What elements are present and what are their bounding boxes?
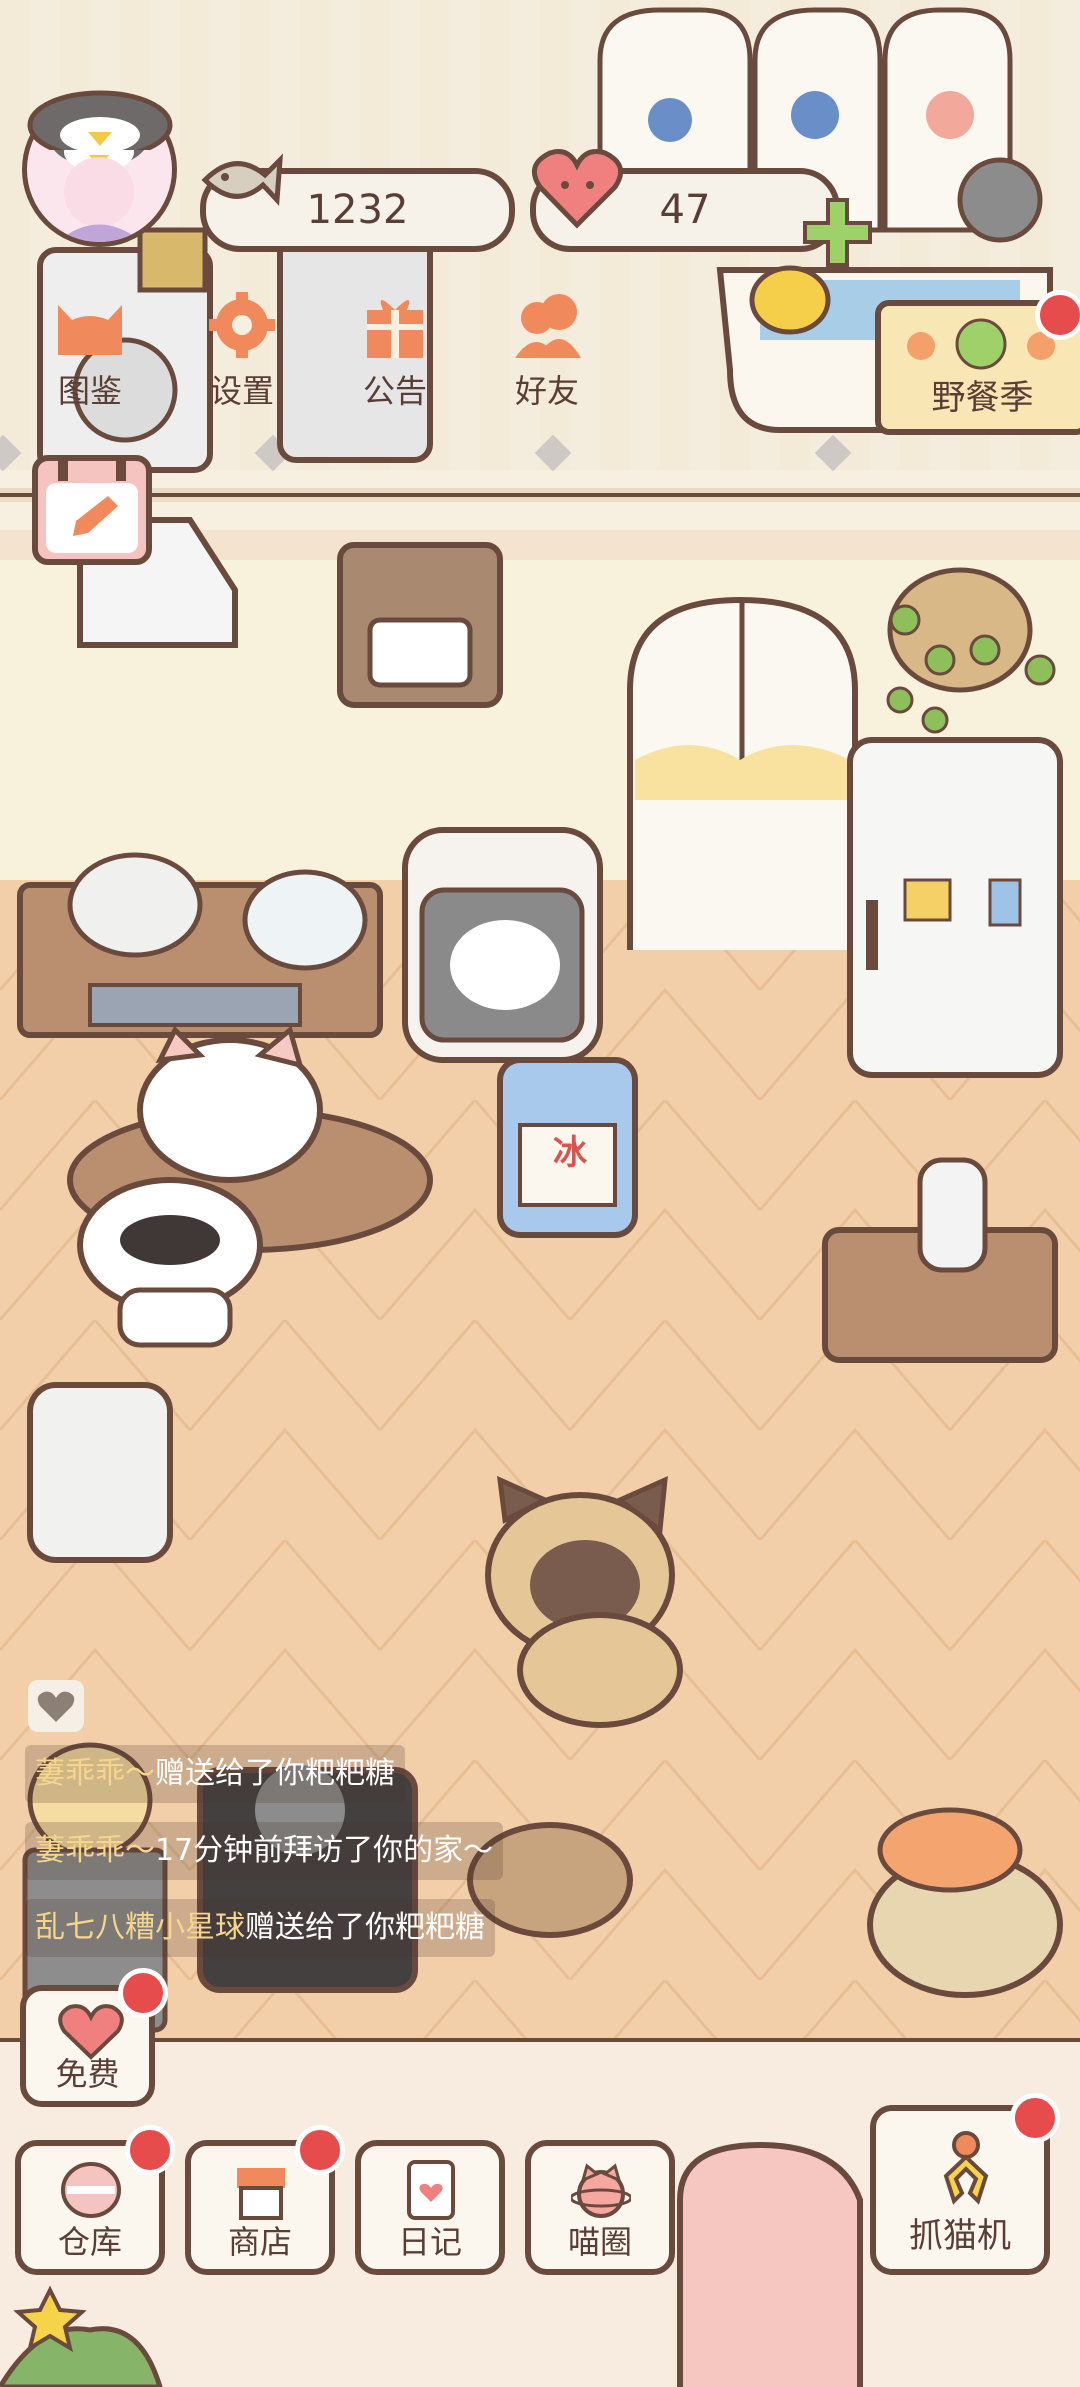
top-menu-friends-label: 好友: [514, 372, 579, 410]
heart-shield-icon: [37, 1691, 75, 1722]
feed-item-name: 萋乖乖～: [35, 1833, 155, 1868]
heart-currency-value: 47: [659, 187, 711, 233]
heart-icon: [530, 145, 625, 230]
gift-icon: [355, 290, 435, 360]
feed-item-name: 乱七八糟小星球: [35, 1910, 245, 1945]
storage-notification-dot: [125, 2125, 175, 2175]
feed-item-message: 赠送给了你粑粑糖: [245, 1910, 485, 1945]
picnic-event-label: 野餐季: [931, 378, 1034, 418]
free-notification-dot: [118, 1968, 168, 2018]
pencil-icon: [46, 459, 138, 553]
gear-icon: [202, 290, 282, 360]
fish-currency-value: 1232: [306, 187, 409, 233]
diary-icon: [401, 2158, 461, 2223]
feed-toggle-button[interactable]: [28, 1680, 84, 1732]
feed-item: 萋乖乖～赠送给了你粑粑糖: [25, 1745, 405, 1803]
feed-item-message: 17分钟前拜访了你的家～: [155, 1833, 494, 1868]
feed-item-name: 萋乖乖～: [35, 1756, 155, 1791]
add-heart-button[interactable]: [800, 195, 875, 270]
top-menu-settings[interactable]: 设置: [182, 290, 302, 412]
nav-diary-button[interactable]: 日记: [355, 2140, 505, 2275]
planet-cat-icon: [569, 2158, 633, 2223]
nav-storage-label: 仓库: [57, 2223, 122, 2261]
ice-machine-sign: 冰: [553, 1133, 587, 1173]
nav-shop-label: 商店: [227, 2223, 292, 2261]
top-menu-announcement-label: 公告: [362, 372, 427, 410]
top-menu-announcement[interactable]: 公告: [335, 290, 455, 412]
edit-button[interactable]: [32, 455, 152, 565]
free-button-label: 免费: [55, 2055, 120, 2093]
plus-icon: [803, 198, 872, 267]
claw-icon: [926, 2131, 1006, 2216]
feed-item: 乱七八糟小星球赠送给了你粑粑糖: [25, 1899, 495, 1957]
feed-item: 萋乖乖～17分钟前拜访了你的家～: [25, 1822, 504, 1880]
fish-icon: [195, 145, 285, 215]
shop-icon: [231, 2158, 291, 2223]
event-notification-dot: [1035, 290, 1080, 340]
shop-notification-dot: [295, 2125, 345, 2175]
friends-icon: [507, 290, 587, 360]
top-menu-settings-label: 设置: [209, 372, 274, 410]
nav-cat-circle-label: 喵圈: [567, 2223, 632, 2261]
penguin-hat-icon: [27, 90, 173, 160]
avatar-ring: [10, 80, 190, 160]
cat-head-icon: [50, 290, 130, 360]
feed-item-message: 赠送给了你粑粑糖: [155, 1756, 395, 1791]
nav-diary-label: 日记: [397, 2223, 462, 2261]
storage-icon: [61, 2158, 121, 2223]
top-menu-collection-label: 图鉴: [57, 372, 122, 410]
claw-notification-dot: [1010, 2093, 1060, 2143]
top-menu-friends[interactable]: 好友: [487, 290, 607, 412]
top-menu-collection[interactable]: 图鉴: [30, 290, 150, 412]
claw-machine-label: 抓猫机: [909, 2216, 1011, 2256]
nav-cat-circle-button[interactable]: 喵圈: [525, 2140, 675, 2275]
